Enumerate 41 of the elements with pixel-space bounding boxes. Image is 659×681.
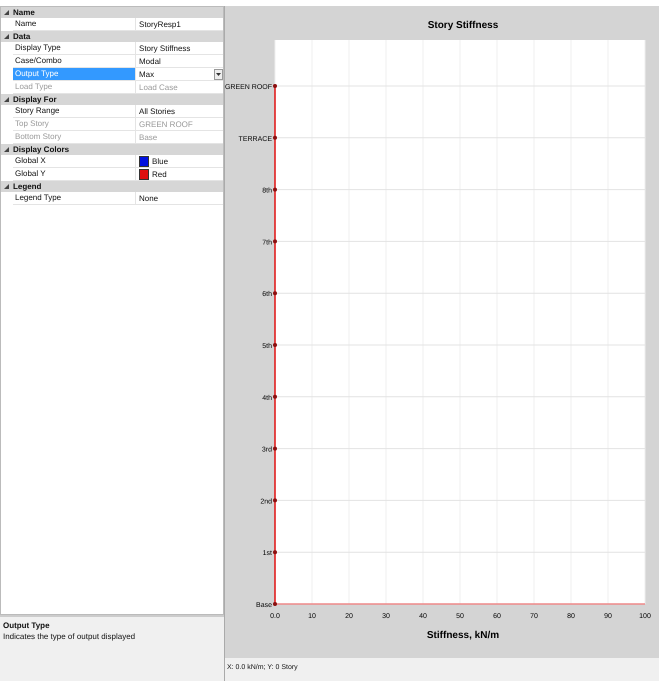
group-header[interactable]: Legend [1,181,223,192]
data-point [273,343,277,347]
data-point [273,602,277,606]
property-label[interactable]: Global Y [13,168,136,180]
property-value[interactable]: StoryResp1 [139,20,181,28]
collapse-icon[interactable] [4,34,10,40]
collapse-icon[interactable] [4,10,10,16]
property-label[interactable]: Story Range [13,105,136,117]
collapse-icon[interactable] [4,96,10,102]
dropdown-icon[interactable] [214,68,223,80]
collapse-icon[interactable] [4,184,10,190]
property-label[interactable]: Case/Combo [13,55,136,67]
property-value[interactable]: Story Stiffness [139,44,190,52]
group-header[interactable]: Display For [1,94,223,105]
property-value[interactable]: None [139,194,158,202]
data-point [273,291,277,296]
description-text: Indicates the type of output displayed [3,632,136,641]
property-value[interactable]: Modal [139,56,161,66]
property-value[interactable]: All Stories [139,106,176,116]
group-header[interactable]: Name [1,7,223,18]
data-point [273,188,277,192]
group-header[interactable]: Data [1,31,223,42]
chart-title: Story Stiffness [428,20,498,31]
property-label[interactable]: Name [13,18,136,30]
property-label[interactable]: Display Type [13,42,136,54]
property-label[interactable]: Legend Type [13,192,136,204]
property-label[interactable]: Global X [13,155,136,167]
property-value[interactable]: Max [139,70,154,78]
data-point [273,446,277,451]
data-point [273,136,277,140]
x-axis-title: Stiffness, kN/m [426,630,500,641]
data-point [273,394,277,399]
data-point [273,84,277,88]
data-point [273,550,277,554]
data-point [273,498,277,502]
property-value[interactable]: Red [152,170,167,178]
property-value[interactable]: Blue [152,156,168,166]
collapse-icon[interactable] [4,146,10,152]
group-header[interactable]: Display Colors [1,144,223,155]
description-title: Output Type [3,621,51,630]
data-point [273,239,277,244]
